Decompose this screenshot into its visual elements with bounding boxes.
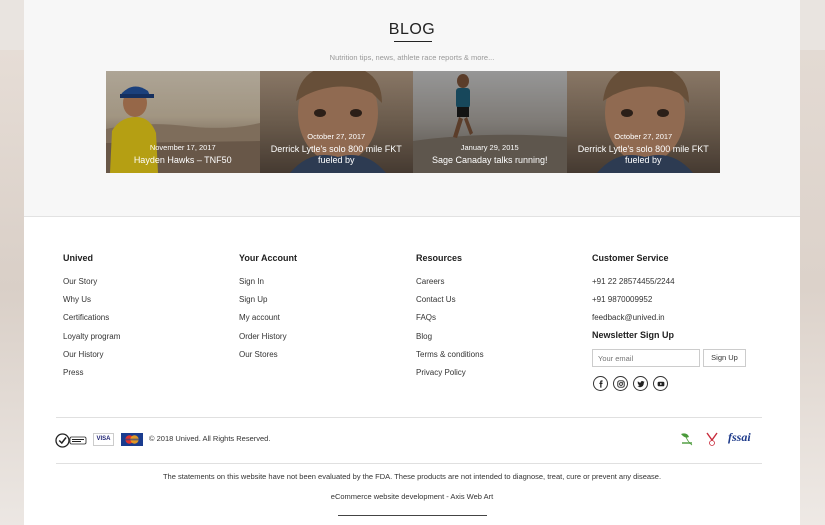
footer-link-sign-up[interactable]: Sign Up (239, 295, 297, 313)
background-left (0, 50, 24, 525)
footer-link-order-history[interactable]: Order History (239, 332, 297, 350)
background-right (799, 50, 825, 525)
blog-subtitle: Nutrition tips, news, athlete race repor… (329, 53, 495, 62)
blog-card-title[interactable]: Sage Canaday talks running! (419, 155, 561, 166)
footer-link-press[interactable]: Press (63, 368, 120, 386)
blog-card-date: October 27, 2017 (307, 132, 366, 141)
copyright-text: © 2018 Unived. All Rights Reserved. (149, 434, 271, 443)
footer-link-privacy[interactable]: Privacy Policy (416, 368, 484, 386)
footer-link-why-us[interactable]: Why Us (63, 295, 120, 313)
secure-payment-logo (55, 433, 87, 448)
blog-cards: November 17, 2017 Hayden Hawks – TNF50 O… (106, 71, 720, 173)
fssai-logo: fssai (728, 430, 751, 444)
blog-card[interactable]: January 29, 2015 Sage Canaday talks runn… (413, 71, 567, 173)
footer-link-careers[interactable]: Careers (416, 277, 484, 295)
footer-col-service: Customer Service +91 22 28574455/2244 +9… (592, 253, 675, 332)
footer-col-account: Your Account Sign In Sign Up My account … (239, 253, 297, 368)
footer-link-blog[interactable]: Blog (416, 332, 484, 350)
footer-link-history[interactable]: Our History (63, 350, 120, 368)
blog-title-underline (394, 41, 432, 42)
footer-link-sign-in[interactable]: Sign In (239, 277, 297, 295)
footer-link-my-account[interactable]: My account (239, 313, 297, 331)
footer-link-our-story[interactable]: Our Story (63, 277, 120, 295)
blog-card-date: November 17, 2017 (149, 143, 216, 152)
footer-divider (56, 463, 762, 464)
blog-card-title[interactable]: Derrick Lytle's solo 800 mile FKT fueled… (573, 144, 715, 166)
newsletter-email-input[interactable] (592, 349, 700, 367)
blog-card-title[interactable]: Hayden Hawks – TNF50 (112, 155, 254, 166)
footer-link-certifications[interactable]: Certifications (63, 313, 120, 331)
blog-card-date: October 27, 2017 (614, 132, 673, 141)
visa-logo: VISA (93, 433, 114, 446)
twitter-icon[interactable] (633, 376, 648, 391)
footer-heading: Your Account (239, 253, 297, 263)
newsletter-heading: Newsletter Sign Up (592, 330, 675, 340)
facebook-icon[interactable] (593, 376, 608, 391)
page: BLOG Nutrition tips, news, athlete race … (24, 0, 800, 525)
blog-section: BLOG Nutrition tips, news, athlete race … (24, 0, 800, 217)
youtube-icon[interactable] (653, 376, 668, 391)
footer-col-unived: Unived Our Story Why Us Certifications L… (63, 253, 120, 386)
blog-card[interactable]: October 27, 2017 Derrick Lytle's solo 80… (259, 71, 413, 173)
footer-phone-2[interactable]: +91 9870009952 (592, 295, 675, 313)
mastercard-logo (121, 433, 143, 446)
blog-card[interactable]: October 27, 2017 Derrick Lytle's solo 80… (566, 71, 720, 173)
vegan-logo (678, 431, 696, 447)
footer-link-our-stores[interactable]: Our Stores (239, 350, 297, 368)
footer-col-resources: Resources Careers Contact Us FAQs Blog T… (416, 253, 484, 386)
bottom-rule (338, 515, 487, 516)
blog-card-date: January 29, 2015 (460, 143, 519, 152)
footer-email[interactable]: feedback@unived.in (592, 313, 675, 331)
quality-seal-logo (705, 431, 719, 447)
footer-divider (56, 417, 762, 418)
developer-credit[interactable]: eCommerce website development - Axis Web… (24, 492, 800, 501)
footer-link-contact[interactable]: Contact Us (416, 295, 484, 313)
footer-phone-1[interactable]: +91 22 28574455/2244 (592, 277, 675, 295)
blog-card-title[interactable]: Derrick Lytle's solo 800 mile FKT fueled… (266, 144, 408, 166)
fda-disclaimer: The statements on this website have not … (162, 472, 662, 481)
footer-link-loyalty[interactable]: Loyalty program (63, 332, 120, 350)
newsletter-signup-button[interactable]: Sign Up (703, 349, 746, 367)
footer-heading: Unived (63, 253, 94, 263)
footer-link-faqs[interactable]: FAQs (416, 313, 484, 331)
footer-heading: Resources (416, 253, 463, 263)
footer-heading: Customer Service (592, 253, 669, 263)
footer-link-terms[interactable]: Terms & conditions (416, 350, 484, 368)
instagram-icon[interactable] (613, 376, 628, 391)
blog-title: BLOG (388, 21, 436, 38)
blog-card[interactable]: November 17, 2017 Hayden Hawks – TNF50 (106, 71, 260, 173)
